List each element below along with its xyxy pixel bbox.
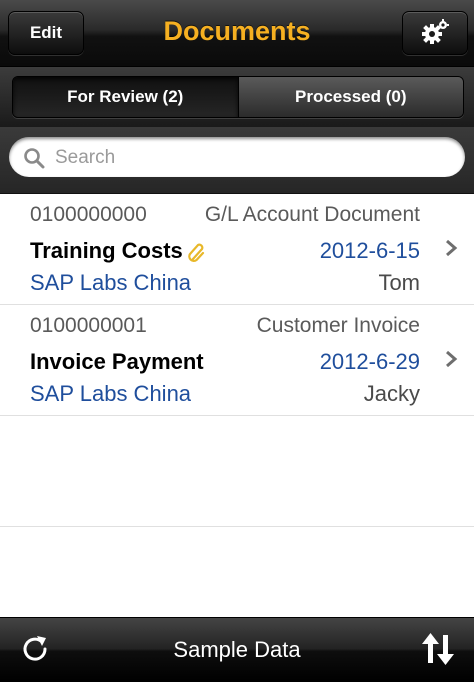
document-person: Jacky bbox=[363, 381, 420, 406]
document-number: 0100000001 bbox=[30, 314, 147, 337]
document-type: G/L Account Document bbox=[204, 203, 420, 226]
segmented-control: For Review (2) Processed (0) bbox=[12, 76, 464, 118]
page-title: Documents bbox=[163, 16, 311, 46]
document-number: 0100000000 bbox=[30, 203, 147, 226]
document-title: Invoice Payment bbox=[30, 349, 204, 374]
sort-icon[interactable] bbox=[420, 631, 456, 667]
empty-row bbox=[0, 416, 474, 527]
document-person: Tom bbox=[378, 270, 420, 295]
chevron-right-icon bbox=[446, 350, 458, 368]
refresh-icon[interactable] bbox=[20, 633, 50, 663]
navigation-bar: Edit Documents bbox=[0, 0, 474, 67]
document-date: 2012-6-29 bbox=[319, 349, 420, 374]
search-input[interactable] bbox=[53, 142, 447, 174]
segment-bar: For Review (2) Processed (0) bbox=[0, 67, 474, 127]
search-field[interactable] bbox=[9, 137, 465, 177]
document-type: Customer Invoice bbox=[256, 314, 420, 337]
paperclip-icon bbox=[188, 243, 204, 263]
document-date: 2012-6-15 bbox=[319, 238, 420, 263]
gear-icon bbox=[422, 19, 449, 44]
list-item[interactable]: 0100000001 Customer Invoice Invoice Paym… bbox=[0, 305, 474, 416]
document-list: 0100000000 G/L Account Document Training… bbox=[0, 194, 474, 527]
segment-for-review[interactable]: For Review (2) bbox=[13, 77, 238, 117]
settings-button[interactable] bbox=[402, 11, 468, 55]
edit-button[interactable]: Edit bbox=[8, 11, 84, 55]
document-title: Training Costs bbox=[30, 238, 207, 264]
segment-processed[interactable]: Processed (0) bbox=[237, 77, 463, 117]
search-icon bbox=[24, 148, 45, 169]
document-title-text: Training Costs bbox=[30, 238, 183, 263]
toolbar-title: Sample Data bbox=[173, 637, 301, 662]
bottom-toolbar: Sample Data bbox=[0, 617, 474, 682]
search-bar bbox=[0, 127, 474, 194]
document-company: SAP Labs China bbox=[30, 381, 192, 406]
chevron-right-icon bbox=[446, 239, 458, 257]
list-item[interactable]: 0100000000 G/L Account Document Training… bbox=[0, 194, 474, 305]
document-company: SAP Labs China bbox=[30, 270, 192, 295]
